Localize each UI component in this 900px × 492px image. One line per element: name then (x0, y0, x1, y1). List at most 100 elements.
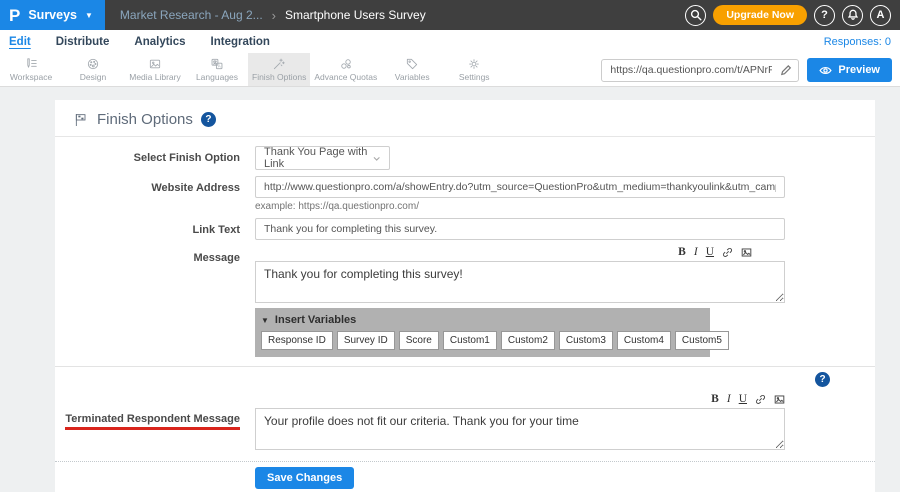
finish-options-help-button[interactable]: ? (201, 112, 216, 127)
link-text-input[interactable] (255, 218, 785, 240)
finish-options-form: Select Finish Option Thank You Page with… (55, 137, 875, 489)
link-text-label: Link Text (55, 218, 255, 240)
palette-icon (86, 57, 100, 71)
survey-url-input[interactable] (602, 64, 774, 76)
bold-button[interactable]: B (711, 394, 719, 406)
image-icon (148, 57, 162, 71)
section-divider (55, 366, 875, 367)
survey-url-box (601, 59, 799, 82)
page-background: Finish Options ? Select Finish Option Th… (0, 88, 900, 492)
variable-button-custom4[interactable]: Custom4 (617, 331, 671, 350)
insert-link-button[interactable] (722, 247, 733, 258)
chevron-down-icon (372, 153, 381, 164)
message-editor-toolbar: B I U (255, 246, 785, 259)
variable-button-custom1[interactable]: Custom1 (443, 331, 497, 350)
variable-button-response-id[interactable]: Response ID (261, 331, 333, 350)
ribbon-item-settings[interactable]: Settings (443, 53, 505, 86)
finish-options-card: Finish Options ? Select Finish Option Th… (55, 100, 875, 492)
select-finish-option-label: Select Finish Option (55, 146, 255, 170)
edit-url-button[interactable] (774, 60, 798, 81)
pencil-icon (780, 64, 792, 76)
save-changes-button[interactable]: Save Changes (255, 467, 354, 489)
bell-icon (847, 9, 859, 21)
breadcrumb-folder[interactable]: Market Research - Aug 2... (120, 8, 263, 22)
insert-link-button[interactable] (755, 394, 766, 405)
variable-button-custom5[interactable]: Custom5 (675, 331, 729, 350)
insert-image-button[interactable] (774, 394, 785, 405)
variable-button-custom2[interactable]: Custom2 (501, 331, 555, 350)
finish-option-select[interactable]: Thank You Page with Link (255, 146, 390, 170)
translate-icon: A (210, 57, 224, 71)
ribbon-item-advance-quotas[interactable]: Advance Quotas (310, 53, 381, 86)
edit-ribbon: Workspace Design Media Library A Languag… (0, 53, 900, 87)
breadcrumb-separator-icon: › (272, 8, 276, 23)
top-bar: P Surveys ▼ Market Research - Aug 2... ›… (0, 0, 900, 30)
app-window: P Surveys ▼ Market Research - Aug 2... ›… (0, 0, 900, 492)
website-address-hint: example: https://qa.questionpro.com/ (255, 201, 785, 212)
ribbon-item-media-library[interactable]: Media Library (124, 53, 186, 86)
card-header: Finish Options ? (55, 100, 875, 137)
italic-button[interactable]: I (694, 247, 698, 259)
search-button[interactable] (685, 5, 706, 26)
tab-analytics[interactable]: Analytics (134, 36, 185, 48)
finish-flag-icon (73, 112, 89, 128)
tab-integration[interactable]: Integration (211, 36, 270, 48)
underline-button[interactable]: U (739, 394, 747, 406)
gear-icon (467, 57, 481, 71)
link-icon (722, 247, 733, 258)
link-icon (755, 394, 766, 405)
italic-button[interactable]: I (727, 394, 731, 406)
svg-text:A: A (218, 64, 221, 69)
surveys-menu-label: Surveys (28, 8, 77, 22)
breadcrumb-survey[interactable]: Smartphone Users Survey (285, 8, 426, 22)
tag-icon (405, 57, 419, 71)
ribbon-item-variables[interactable]: Variables (381, 53, 443, 86)
bold-button[interactable]: B (678, 247, 686, 259)
variable-button-score[interactable]: Score (399, 331, 439, 350)
ribbon-item-design[interactable]: Design (62, 53, 124, 86)
insert-variables-toggle[interactable]: ▼ Insert Variables (261, 314, 704, 326)
terminated-editor-toolbar: B I U (255, 393, 785, 406)
tab-edit[interactable]: Edit (9, 36, 31, 48)
collapse-caret-icon: ▼ (261, 316, 269, 325)
terminated-section-help-button[interactable]: ? (815, 372, 830, 387)
ribbon-item-finish-options[interactable]: Finish Options (248, 53, 310, 86)
page-title: Finish Options (97, 111, 193, 128)
ribbon-right-controls: Preview (601, 58, 892, 82)
magic-wand-icon (272, 57, 286, 71)
chain-links-icon (339, 57, 353, 71)
variable-button-custom3[interactable]: Custom3 (559, 331, 613, 350)
search-icon (690, 9, 702, 21)
insert-image-button[interactable] (741, 247, 752, 258)
terminated-message-textarea[interactable]: Your profile does not fit our criteria. … (255, 408, 785, 450)
variable-buttons: Response ID Survey ID Score Custom1 Cust… (261, 331, 704, 350)
picture-icon (774, 394, 785, 405)
questionpro-logo: P (9, 7, 20, 24)
preview-button[interactable]: Preview (807, 58, 892, 82)
website-address-label: Website Address (55, 176, 255, 212)
variable-button-survey-id[interactable]: Survey ID (337, 331, 395, 350)
ribbon-item-workspace[interactable]: Workspace (0, 53, 62, 86)
underline-button[interactable]: U (706, 247, 714, 259)
dotted-divider (55, 461, 875, 462)
help-button[interactable]: ? (814, 5, 835, 26)
message-label: Message (55, 246, 255, 306)
upgrade-now-button[interactable]: Upgrade Now (713, 5, 807, 25)
avatar[interactable]: A (870, 5, 891, 26)
surveys-menu[interactable]: P Surveys ▼ (0, 0, 105, 30)
terminated-message-label: Terminated Respondent Message (55, 393, 255, 453)
breadcrumb: Market Research - Aug 2... › Smartphone … (105, 0, 426, 30)
chevron-down-icon: ▼ (85, 11, 93, 20)
website-address-input[interactable] (255, 176, 785, 198)
survey-nav-tabs: Edit Distribute Analytics Integration Re… (0, 30, 900, 53)
notifications-button[interactable] (842, 5, 863, 26)
pen-list-icon (24, 57, 38, 71)
eye-icon (819, 64, 832, 77)
responses-count[interactable]: Responses: 0 (824, 36, 891, 48)
ribbon-item-languages[interactable]: A Languages (186, 53, 248, 86)
picture-icon (741, 247, 752, 258)
insert-variables-panel: ▼ Insert Variables Response ID Survey ID… (255, 308, 710, 357)
message-textarea[interactable]: Thank you for completing this survey! (255, 261, 785, 303)
tab-distribute[interactable]: Distribute (56, 36, 110, 48)
topbar-actions: Upgrade Now ? A (685, 0, 900, 30)
